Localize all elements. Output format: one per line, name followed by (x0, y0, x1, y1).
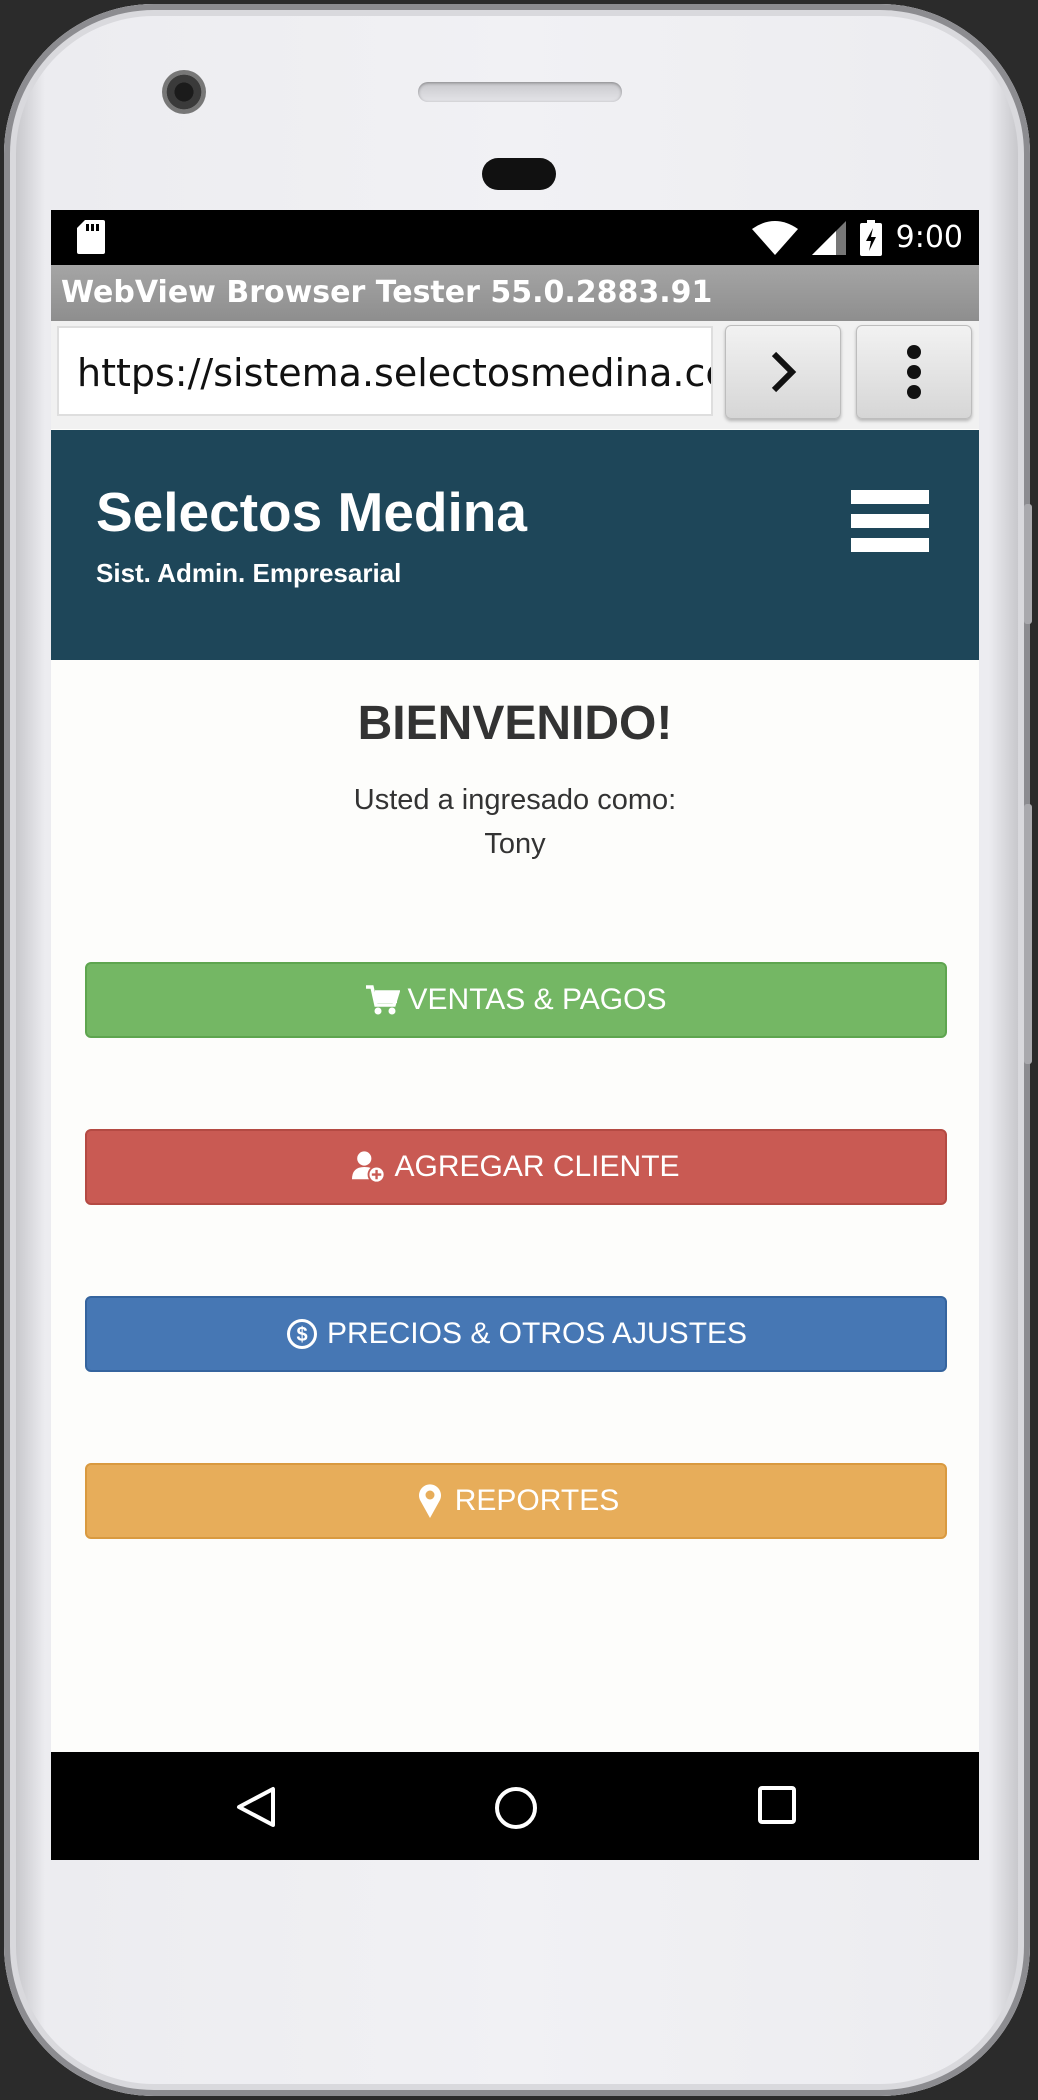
proximity-sensor (482, 158, 556, 190)
login-status-text: Usted a ingresado como: (353, 784, 677, 816)
front-camera (162, 70, 206, 114)
svg-text:$: $ (296, 1324, 307, 1346)
recents-icon[interactable] (758, 1786, 796, 1824)
status-bar: 9:00 (51, 210, 979, 265)
device-screen: 9:00 WebView Browser Tester 55.0.2883.91… (51, 210, 979, 1860)
sales-payments-label: VENTAS & PAGOS (407, 983, 667, 1016)
browser-toolbar: https://sistema.selectosmedina.cc (51, 321, 979, 429)
add-client-button[interactable]: AGREGAR CLIENTE (85, 1129, 947, 1205)
hamburger-menu-icon[interactable] (851, 490, 929, 552)
power-button (1024, 804, 1032, 1064)
dollar-circle-icon: $ (285, 1317, 319, 1351)
site-brand[interactable]: Selectos Medina (96, 480, 527, 544)
system-nav-bar (51, 1752, 979, 1860)
go-button[interactable] (725, 325, 841, 419)
cart-icon (365, 983, 400, 1017)
wifi-icon (751, 220, 798, 255)
home-icon[interactable] (494, 1786, 538, 1830)
reports-button[interactable]: REPORTES (85, 1463, 947, 1539)
earpiece-speaker (418, 82, 622, 102)
user-plus-icon (352, 1150, 386, 1184)
sales-payments-button[interactable]: VENTAS & PAGOS (85, 962, 947, 1038)
volume-button (1024, 504, 1032, 624)
reports-label: REPORTES (454, 1484, 620, 1517)
sd-card-icon (77, 220, 105, 254)
site-subtitle: Sist. Admin. Empresarial (96, 558, 402, 588)
app-title-bar: WebView Browser Tester 55.0.2883.91 (51, 265, 979, 321)
chevron-right-icon (771, 351, 797, 393)
prices-settings-button[interactable]: $ PRECIOS & OTROS AJUSTES (85, 1296, 947, 1372)
cell-signal-icon (811, 220, 846, 255)
more-vert-icon (907, 345, 921, 399)
overflow-menu-button[interactable] (856, 325, 972, 419)
back-icon[interactable] (235, 1786, 277, 1828)
user-name: Tony (484, 828, 546, 860)
url-input[interactable]: https://sistema.selectosmedina.cc (57, 326, 713, 416)
prices-settings-label: PRECIOS & OTROS AJUSTES (326, 1317, 748, 1350)
add-client-label: AGREGAR CLIENTE (394, 1150, 680, 1183)
site-header: Selectos Medina Sist. Admin. Empresarial (51, 430, 979, 660)
map-marker-icon (413, 1484, 447, 1518)
battery-icon (859, 219, 882, 256)
welcome-heading: BIENVENIDO! (357, 697, 673, 750)
status-clock: 9:00 (895, 220, 963, 255)
